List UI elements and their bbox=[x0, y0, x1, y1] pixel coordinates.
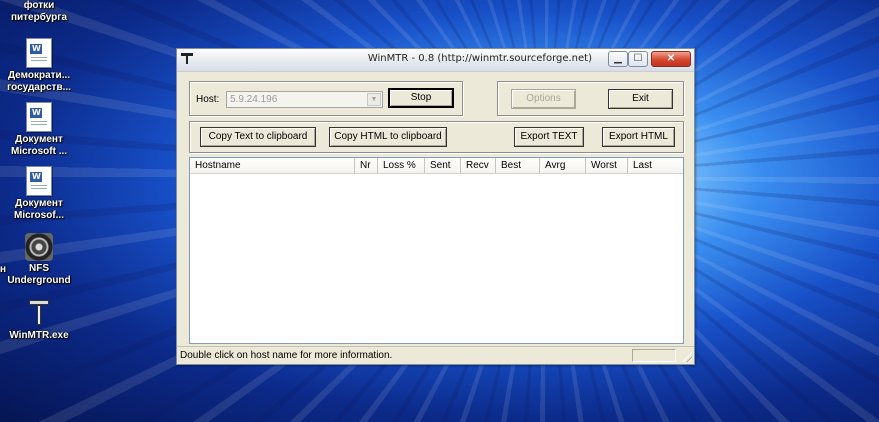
column-header-nr[interactable]: Nr bbox=[355, 158, 378, 173]
host-combobox[interactable]: 5.9.24.196 ▼ bbox=[226, 91, 383, 108]
desktop-icon-label: фотки bbox=[23, 0, 55, 11]
winmtr-window: WinMTR - 0.8 (http://winmtr.sourceforge.… bbox=[176, 48, 695, 365]
results-table[interactable]: Hostname Nr Loss % Sent Recv Best Avrg W… bbox=[189, 157, 684, 344]
desktop-icon-label: Microsof... bbox=[13, 210, 64, 221]
column-header-best[interactable]: Best bbox=[496, 158, 540, 173]
desktop-icon-nfs-underground[interactable]: NFS Underground bbox=[0, 233, 78, 287]
desktop-icon-label: Демократи... bbox=[7, 70, 71, 81]
desktop-icon-label: питербурга bbox=[10, 12, 68, 23]
resize-grip[interactable] bbox=[682, 352, 692, 362]
desktop-icon-label: Microsoft ... bbox=[10, 146, 68, 157]
column-header-avrg[interactable]: Avrg bbox=[540, 158, 586, 173]
minimize-button[interactable]: ▁ bbox=[608, 51, 628, 67]
options-button[interactable]: Options bbox=[511, 89, 576, 109]
nfs-game-icon bbox=[25, 233, 53, 261]
status-text: Double click on host name for more infor… bbox=[180, 350, 393, 361]
host-combobox-value: 5.9.24.196 bbox=[230, 94, 278, 105]
status-bar: Double click on host name for more infor… bbox=[177, 346, 694, 364]
table-header: Hostname Nr Loss % Sent Recv Best Avrg W… bbox=[190, 158, 683, 174]
desktop-icon-label: Документ bbox=[15, 198, 63, 209]
word-document-icon: W bbox=[26, 102, 52, 132]
desktop-icon-label: WinMTR.exe bbox=[9, 330, 69, 341]
window-titlebar[interactable]: WinMTR - 0.8 (http://winmtr.sourceforge.… bbox=[177, 49, 694, 72]
desktop-icon-word-doc-1[interactable]: W Демократи... государств... bbox=[0, 38, 78, 94]
status-pane bbox=[632, 349, 676, 362]
options-group: Options Exit bbox=[497, 81, 684, 116]
column-header-last[interactable]: Last bbox=[628, 158, 683, 173]
export-html-button[interactable]: Export HTML bbox=[602, 127, 675, 147]
exit-button[interactable]: Exit bbox=[608, 89, 673, 109]
column-header-loss[interactable]: Loss % bbox=[378, 158, 425, 173]
word-document-icon: W bbox=[26, 166, 52, 196]
chevron-down-icon[interactable]: ▼ bbox=[367, 93, 381, 106]
close-button[interactable]: ✕ bbox=[651, 51, 691, 67]
copy-text-button[interactable]: Copy Text to clipboard bbox=[200, 127, 316, 147]
desktop-icon-winmtr[interactable]: WinMTR.exe bbox=[0, 300, 78, 342]
winmtr-icon bbox=[29, 300, 49, 326]
host-group: Host: 5.9.24.196 ▼ Stop bbox=[189, 81, 463, 116]
desktop-icon-label: Underground bbox=[7, 275, 71, 286]
desktop-icon-word-doc-3[interactable]: W Документ Microsof... bbox=[0, 166, 78, 222]
desktop-icon-label: Документ bbox=[15, 134, 63, 145]
host-label: Host: bbox=[196, 94, 220, 105]
desktop-icon-word-doc-2[interactable]: W Документ Microsoft ... bbox=[0, 102, 78, 158]
stop-button[interactable]: Stop bbox=[388, 88, 454, 108]
column-header-sent[interactable]: Sent bbox=[425, 158, 461, 173]
column-header-recv[interactable]: Recv bbox=[461, 158, 496, 173]
column-header-worst[interactable]: Worst bbox=[586, 158, 628, 173]
export-text-button[interactable]: Export TEXT bbox=[514, 127, 584, 147]
copy-html-button[interactable]: Copy HTML to clipboard bbox=[329, 127, 447, 147]
word-document-icon: W bbox=[26, 38, 52, 68]
window-title: WinMTR - 0.8 (http://winmtr.sourceforge.… bbox=[367, 53, 592, 64]
export-group: Copy Text to clipboard Copy HTML to clip… bbox=[189, 121, 684, 153]
column-header-hostname[interactable]: Hostname bbox=[190, 158, 355, 173]
desktop-icon-label: NFS bbox=[29, 263, 49, 274]
maximize-button[interactable]: ☐ bbox=[628, 51, 648, 67]
desktop-icon-photos-folder[interactable]: фотки питербурга bbox=[0, 0, 78, 24]
desktop-icon-label: государств... bbox=[7, 82, 71, 93]
